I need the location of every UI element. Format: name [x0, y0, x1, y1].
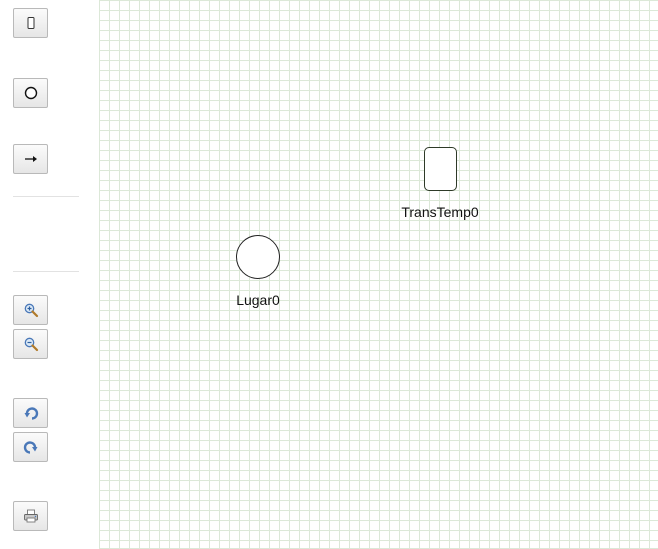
zoom-in-icon [23, 302, 39, 318]
place-tool-button[interactable] [13, 78, 48, 108]
zoom-out-button[interactable] [13, 329, 48, 359]
place-node[interactable] [236, 235, 280, 279]
left-toolbar [0, 0, 96, 549]
printer-icon [23, 508, 39, 524]
transition-tool-button[interactable] [13, 8, 48, 38]
drawing-canvas[interactable]: TransTemp0 Lugar0 [99, 0, 658, 549]
undo-icon [23, 405, 39, 421]
undo-button[interactable] [13, 398, 48, 428]
transition-node[interactable] [424, 147, 457, 191]
toolbar-separator [13, 196, 79, 197]
place-label: Lugar0 [236, 292, 280, 308]
zoom-in-button[interactable] [13, 295, 48, 325]
redo-button[interactable] [13, 432, 48, 462]
transition-rect-icon [26, 16, 36, 30]
arrow-right-icon [23, 154, 39, 164]
redo-icon [23, 439, 39, 455]
print-button[interactable] [13, 501, 48, 531]
place-circle-icon [23, 85, 39, 101]
zoom-out-icon [23, 336, 39, 352]
toolbar-separator [13, 271, 79, 272]
arc-tool-button[interactable] [13, 144, 48, 174]
petri-net-editor: TransTemp0 Lugar0 [0, 0, 658, 549]
transition-label: TransTemp0 [401, 204, 479, 220]
